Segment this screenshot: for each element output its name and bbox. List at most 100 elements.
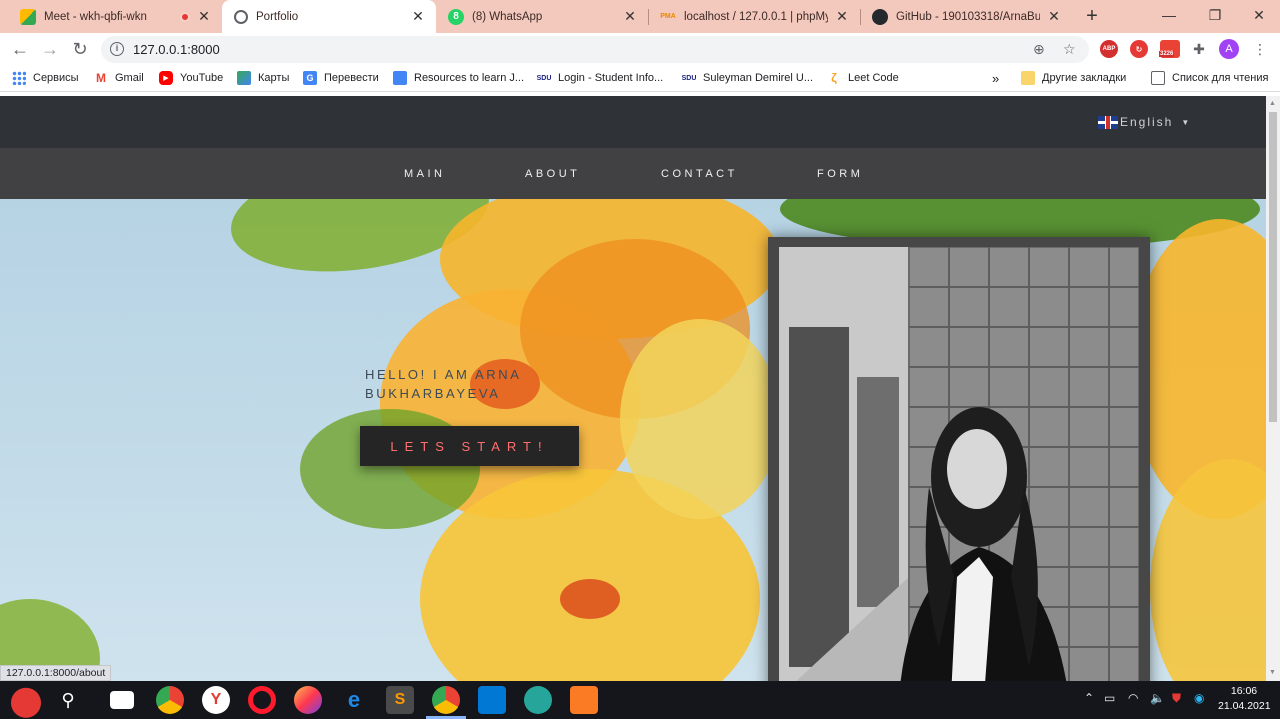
lets-start-button[interactable]: LETS START! [360, 426, 579, 466]
tray-expand-icon[interactable]: ⌃ [1084, 691, 1094, 705]
chrome-icon[interactable] [156, 686, 184, 714]
reading-list[interactable]: Список для чтения [1151, 71, 1268, 85]
close-tab-icon[interactable]: ✕ [196, 8, 212, 25]
adblock-icon[interactable]: ABP [1100, 40, 1118, 58]
bookmark-translate[interactable]: G Перевести [303, 71, 379, 85]
bookmark-student-info[interactable]: SDU Login - Student Info... [536, 71, 664, 85]
firefox-icon[interactable] [294, 686, 322, 714]
search-icon[interactable]: ⚲ [54, 686, 82, 714]
bookmark-leetcode[interactable]: ζ Leet Code [827, 71, 899, 85]
nav-main[interactable]: MAIN [404, 168, 446, 180]
github-icon [872, 8, 888, 25]
page-scrollbar[interactable]: ▲ ▼ [1266, 96, 1280, 681]
tray-app-icon[interactable]: ◉ [1194, 691, 1204, 705]
windows-taskbar: ⚲ Y e S ⌃ ▭ ◠ 🔈 ⛊ ◉ 16:06 21.04.2021 [0, 681, 1280, 719]
tab-strip: Meet - wkh-qbfi-wkn ✕ Portfolio ✕ 8 (8) … [0, 0, 1280, 33]
address-bar[interactable]: i 127.0.0.1:8000 ⊕ ☆ [101, 36, 1089, 63]
site-info-icon[interactable]: i [110, 42, 124, 56]
chevron-down-icon: ▼ [1181, 117, 1192, 127]
back-button[interactable]: ← [8, 37, 32, 61]
wifi-icon[interactable]: ◠ [1128, 691, 1138, 705]
hero-greeting-line2: BUKHARBAYEVA [365, 386, 501, 401]
app-icon[interactable] [524, 686, 552, 714]
scroll-down-icon[interactable]: ▼ [1269, 669, 1276, 676]
close-window-button[interactable]: ✕ [1236, 0, 1280, 30]
clock-time: 16:06 [1230, 685, 1258, 697]
nav-form[interactable]: FORM [817, 168, 863, 180]
bookmark-gmail[interactable]: M Gmail [94, 71, 144, 85]
system-clock[interactable]: 16:06 21.04.2021 [1218, 684, 1271, 714]
bookmark-sdu[interactable]: SDU Suleyman Demirel U... [682, 71, 813, 85]
tab-phpmyadmin[interactable]: PMA localhost / 127.0.0.1 | phpMyAdmin ✕ [648, 0, 860, 33]
gmail-checker-icon[interactable]: 3226 [1159, 40, 1180, 58]
bookmark-label: Карты [258, 72, 290, 84]
zoom-icon[interactable]: ⊕ [1033, 41, 1045, 58]
nav-about[interactable]: ABOUT [525, 168, 580, 180]
antivirus-icon[interactable]: ⛊ [1172, 691, 1181, 706]
bookmark-label: YouTube [180, 72, 224, 84]
uk-flag-icon [1098, 115, 1118, 129]
bookmark-label: Список для чтения [1172, 72, 1269, 84]
clock-date: 21.04.2021 [1218, 700, 1271, 712]
close-tab-icon[interactable]: ✕ [834, 8, 850, 25]
scrollbar-thumb[interactable] [1269, 112, 1277, 422]
forward-button[interactable]: → [38, 37, 62, 61]
site-top-bar: English ▼ [0, 96, 1266, 148]
volume-icon[interactable]: 🔈 [1150, 691, 1165, 705]
opera-icon[interactable] [248, 686, 276, 714]
tab-title: Meet - wkh-qbfi-wkn [44, 10, 147, 23]
minimize-button[interactable]: — [1146, 0, 1192, 30]
tab-title: (8) WhatsApp [472, 10, 543, 23]
xampp-icon[interactable] [570, 686, 598, 714]
tab-meet[interactable]: Meet - wkh-qbfi-wkn ✕ [8, 0, 222, 33]
yandex-icon[interactable]: Y [202, 686, 230, 714]
tab-whatsapp[interactable]: 8 (8) WhatsApp ✕ [436, 0, 648, 33]
menu-kebab-icon[interactable]: ⋮ [1248, 37, 1272, 61]
docs-icon [393, 71, 407, 85]
vscode-icon[interactable] [478, 686, 506, 714]
bookmark-services[interactable]: Сервисы [12, 71, 79, 85]
url-text[interactable]: 127.0.0.1:8000 [133, 42, 220, 57]
extensions-puzzle-icon[interactable]: ✚ [1190, 40, 1208, 58]
bookmarks-overflow-button[interactable]: » [992, 71, 999, 86]
bookmark-youtube[interactable]: ▶ YouTube [159, 71, 223, 85]
bookmark-label: Gmail [115, 72, 144, 84]
status-bar-url: 127.0.0.1:8000/about [0, 665, 112, 681]
apps-grid-icon [12, 71, 26, 85]
close-tab-icon[interactable]: ✕ [410, 8, 426, 25]
scroll-up-icon[interactable]: ▲ [1269, 100, 1276, 107]
bookmark-maps[interactable]: Карты [237, 71, 289, 85]
mail-icon[interactable] [110, 691, 134, 709]
close-tab-icon[interactable]: ✕ [622, 8, 638, 25]
extension-icon[interactable]: ↻ [1130, 40, 1148, 58]
nav-contact[interactable]: CONTACT [661, 168, 738, 180]
browser-toolbar: ← → ↻ i 127.0.0.1:8000 ⊕ ☆ ABP ↻ 3226 ✚ … [0, 33, 1280, 65]
bookmark-star-icon[interactable]: ☆ [1063, 41, 1076, 58]
language-selector[interactable]: English ▼ [1098, 115, 1191, 129]
tab-github[interactable]: GitHub - 190103318/ArnaBukharbayeva ✕ [860, 0, 1072, 33]
youtube-icon: ▶ [159, 71, 173, 85]
bookmark-label: Resources to learn J... [414, 72, 525, 84]
globe-icon [234, 9, 248, 24]
battery-icon[interactable]: ▭ [1104, 691, 1115, 705]
phpmyadmin-icon: PMA [660, 13, 676, 20]
chrome-profile-icon[interactable] [432, 686, 460, 714]
page-viewport: English ▼ MAIN ABOUT CONTACT FORM HELLO! [0, 96, 1266, 681]
other-bookmarks[interactable]: Другие закладки [1021, 71, 1126, 85]
whatsapp-icon: 8 [448, 8, 464, 25]
sdu-icon: SDU [536, 74, 552, 82]
sdu-icon: SDU [681, 74, 697, 82]
bookmark-label: Leet Code [848, 72, 899, 84]
maps-icon [237, 71, 251, 85]
bookmark-resources[interactable]: Resources to learn J... [393, 71, 524, 85]
new-tab-button[interactable]: + [1080, 4, 1104, 28]
angry-birds-icon[interactable] [8, 683, 44, 719]
tab-portfolio[interactable]: Portfolio ✕ [222, 0, 436, 33]
profile-photo [779, 247, 1139, 681]
sublime-icon[interactable]: S [386, 686, 414, 714]
reload-button[interactable]: ↻ [68, 37, 92, 61]
close-tab-icon[interactable]: ✕ [1046, 8, 1062, 25]
restore-button[interactable]: ❐ [1192, 0, 1238, 30]
profile-avatar[interactable]: A [1219, 39, 1239, 59]
edge-icon[interactable]: e [340, 686, 368, 714]
